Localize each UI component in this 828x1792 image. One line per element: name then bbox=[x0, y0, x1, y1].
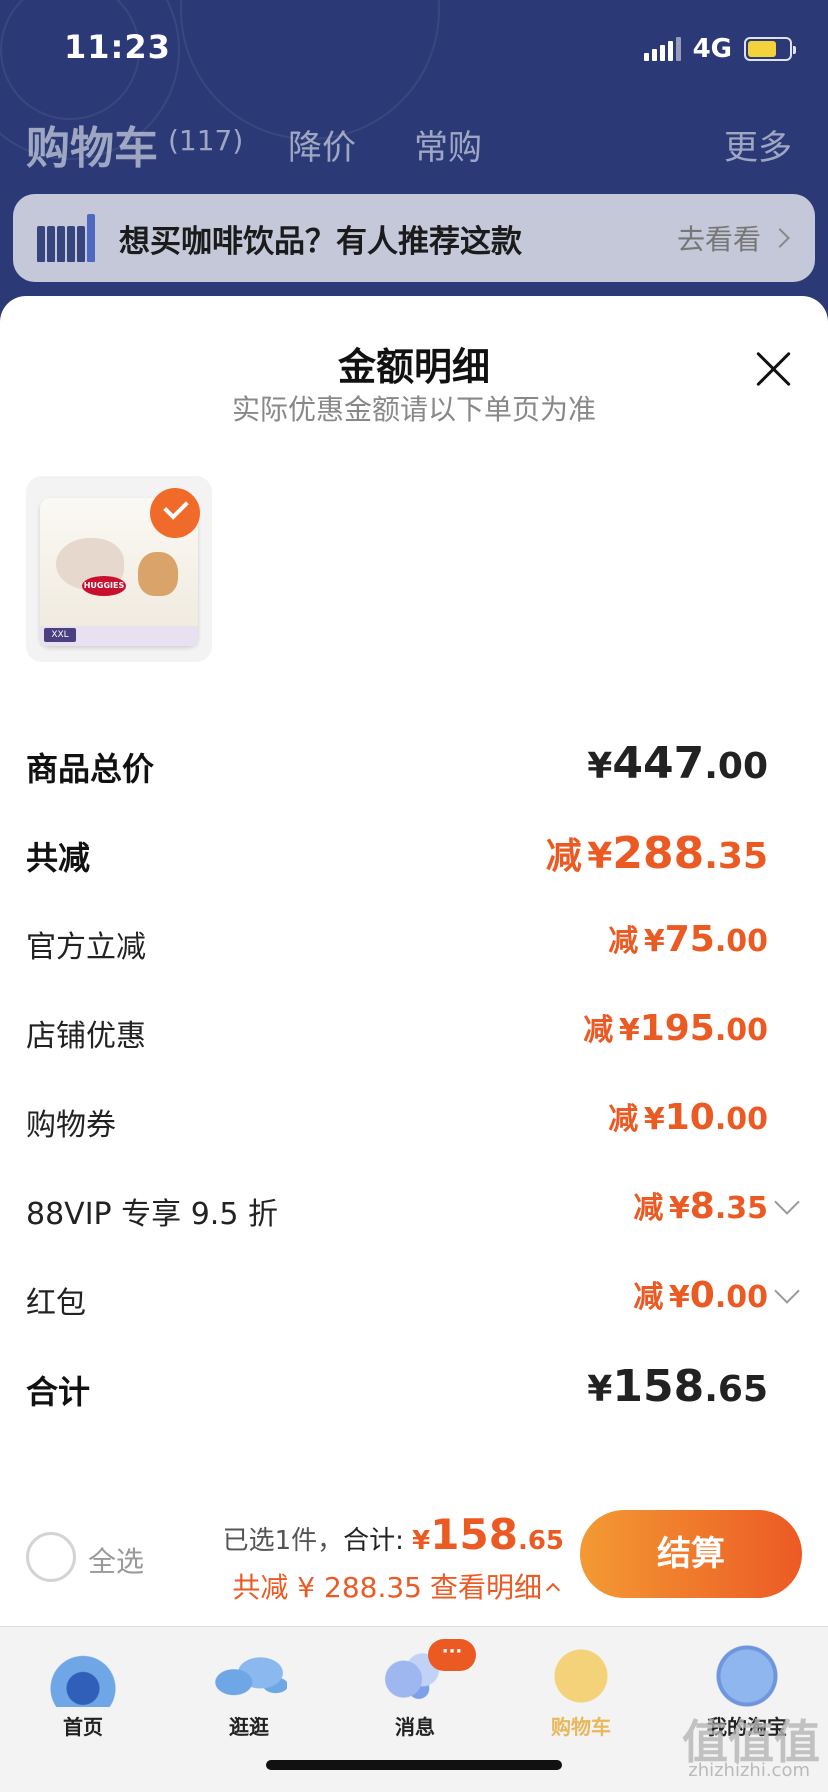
checkout-button[interactable]: 结算 bbox=[580, 1510, 802, 1598]
total-discount-row: 共减 减 ¥288.35 bbox=[26, 828, 802, 893]
selection-summary: 已选1件，合计: ¥158.65 bbox=[223, 1510, 564, 1559]
chevron-down-icon[interactable] bbox=[774, 1189, 800, 1215]
battery-icon bbox=[744, 37, 796, 61]
size-label: XXL bbox=[44, 628, 76, 642]
total-label: 合计: bbox=[343, 1526, 413, 1556]
tab-home[interactable]: 首页 bbox=[0, 1637, 166, 1757]
detail-label: 商品总价 bbox=[26, 750, 155, 788]
detail-label: 官方立减 bbox=[26, 930, 146, 965]
signal-icon bbox=[643, 37, 681, 61]
my-taobao-icon bbox=[709, 1645, 785, 1707]
cart-header: 购物车 (117) 降价 常购 更多 bbox=[0, 108, 828, 174]
detail-label: 购物券 bbox=[26, 1108, 116, 1143]
battery-level-fill bbox=[748, 41, 776, 57]
select-all-checkbox[interactable] bbox=[26, 1532, 76, 1582]
cart-title[interactable]: 购物车 bbox=[26, 112, 158, 176]
grand-total-row: 合计 ¥158.65 bbox=[26, 1361, 802, 1427]
watermark-site: zhizhizhi.com bbox=[688, 1760, 810, 1781]
store-discount-row: 店铺优惠 减 ¥195.00 bbox=[26, 1008, 802, 1071]
promo-link[interactable]: 去看看 bbox=[677, 218, 761, 258]
close-icon[interactable] bbox=[754, 348, 794, 388]
tab-label: 首页 bbox=[63, 1715, 103, 1739]
selected-count: 已选1件， bbox=[222, 1526, 344, 1556]
chevron-up-icon bbox=[545, 1582, 561, 1598]
detail-label: 共减 bbox=[26, 839, 91, 877]
chevron-right-icon bbox=[770, 228, 790, 248]
chevron-down-icon[interactable] bbox=[774, 1278, 800, 1304]
coupon-row: 购物券 减 ¥10.00 bbox=[26, 1097, 802, 1160]
select-all-label[interactable]: 全选 bbox=[88, 1540, 144, 1580]
detail-amount: 减 ¥10.00 bbox=[608, 1097, 768, 1138]
detail-amount: 减 ¥288.35 bbox=[545, 828, 768, 879]
status-time: 11:23 bbox=[64, 28, 171, 66]
checkout-bar: 全选 已选1件，合计: ¥158.65 共减 ¥ 288.35 查看明细 结算 bbox=[0, 1488, 828, 1626]
status-indicators: 4G bbox=[643, 34, 796, 64]
tab-cart[interactable]: 购物车 bbox=[498, 1637, 664, 1757]
tab-frequent[interactable]: 常购 bbox=[414, 120, 482, 169]
status-bar: 11:23 4G bbox=[0, 0, 828, 100]
message-badge: ··· bbox=[428, 1639, 476, 1671]
promo-banner[interactable]: 想买咖啡饮品？有人推荐这款 去看看 bbox=[13, 194, 815, 282]
detail-amount: 减 ¥8.35 bbox=[633, 1186, 768, 1227]
detail-amount: ¥447.00 bbox=[587, 738, 768, 789]
amount-detail-sheet: 金额明细 实际优惠金额请以下单页为准 HUGGIES XXL 商品总价 ¥447.… bbox=[0, 296, 828, 1626]
cart-count: (117) bbox=[168, 124, 244, 157]
tab-label: 逛逛 bbox=[229, 1715, 269, 1739]
promo-text: 想买咖啡饮品？有人推荐这款 bbox=[119, 224, 522, 260]
detail-label: 店铺优惠 bbox=[26, 1019, 146, 1054]
detail-amount: 减 ¥195.00 bbox=[583, 1008, 768, 1049]
detail-amount: 减 ¥0.00 bbox=[633, 1275, 768, 1316]
detail-amount: 减 ¥75.00 bbox=[608, 919, 768, 960]
tab-label: 消息 bbox=[395, 1715, 435, 1739]
home-indicator[interactable] bbox=[266, 1760, 562, 1770]
detail-label: 88VIP 专享 9.5 折 bbox=[26, 1197, 278, 1232]
stroll-icon bbox=[211, 1645, 287, 1707]
tab-stroll[interactable]: 逛逛 bbox=[166, 1637, 332, 1757]
promo-product-image bbox=[37, 214, 101, 262]
more-button[interactable]: 更多 bbox=[724, 120, 792, 169]
view-detail-label: 查看明细 bbox=[429, 1571, 542, 1604]
tab-label: 购物车 bbox=[551, 1715, 611, 1739]
red-packet-row[interactable]: 红包 减 ¥0.00 bbox=[26, 1275, 802, 1338]
network-label: 4G bbox=[692, 34, 732, 64]
brand-logo: HUGGIES bbox=[82, 576, 126, 596]
vip-discount-row[interactable]: 88VIP 专享 9.5 折 减 ¥8.35 bbox=[26, 1186, 802, 1249]
detail-label: 红包 bbox=[26, 1286, 86, 1321]
cart-icon bbox=[543, 1645, 619, 1707]
saved-amount: 共减 ¥ 288.35 bbox=[232, 1571, 422, 1604]
subtotal-row: 商品总价 ¥447.00 bbox=[26, 738, 802, 804]
view-detail-toggle[interactable]: 共减 ¥ 288.35 查看明细 bbox=[232, 1566, 561, 1606]
tab-price-drop[interactable]: 降价 bbox=[288, 120, 356, 169]
official-discount-row: 官方立减 减 ¥75.00 bbox=[26, 919, 802, 982]
selected-check-icon[interactable] bbox=[150, 488, 200, 538]
tab-messages[interactable]: ··· 消息 bbox=[332, 1637, 498, 1757]
sheet-subtitle: 实际优惠金额请以下单页为准 bbox=[231, 393, 596, 426]
detail-amount: ¥158.65 bbox=[587, 1361, 768, 1412]
sheet-title: 金额明细 bbox=[337, 345, 490, 389]
home-icon bbox=[45, 1645, 121, 1707]
total-price: ¥158.65 bbox=[412, 1510, 564, 1559]
detail-label: 合计 bbox=[26, 1373, 91, 1411]
